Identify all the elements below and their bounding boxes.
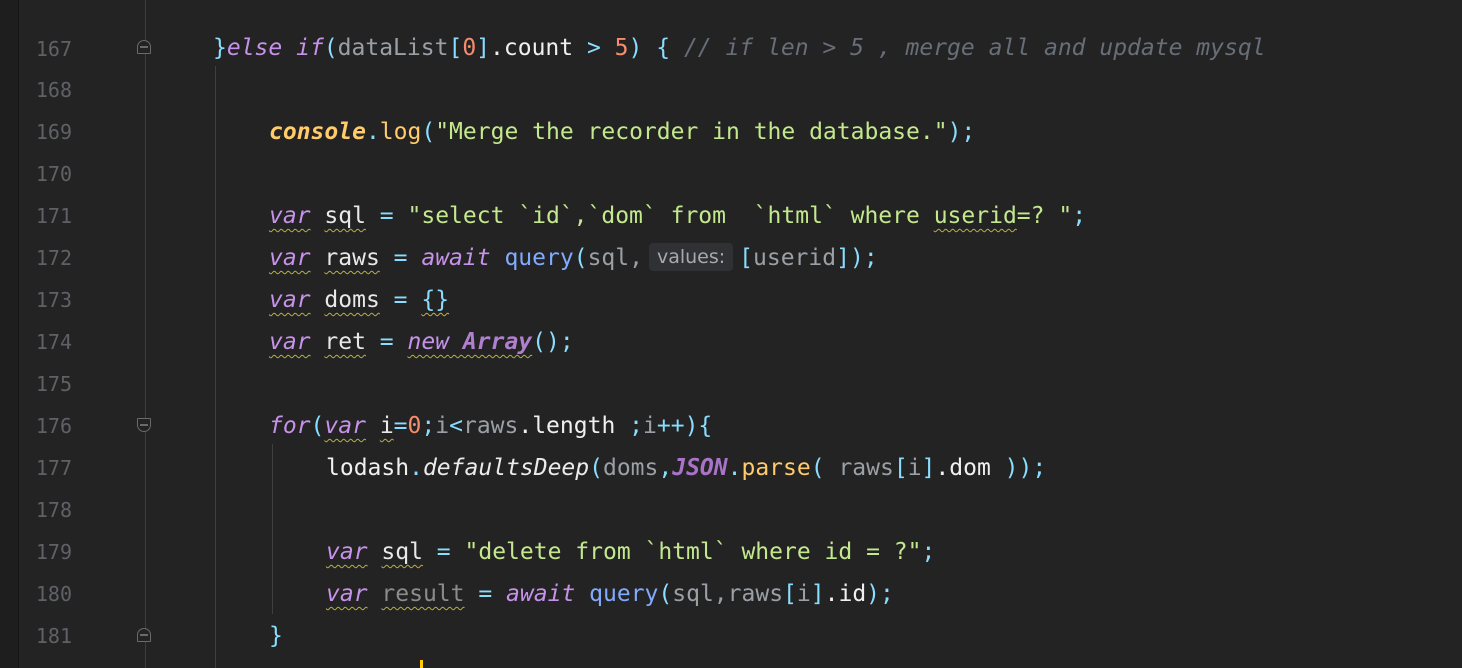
fold-expand-icon[interactable] [137,418,151,432]
code-line: 181 var result = await query(sql,raws[i]… [0,573,1462,648]
code-line: 170 console.log("Merge the recorder in t… [0,111,1462,186]
code-line: 169 [0,69,1462,144]
line-number: 182 [30,657,72,668]
code-text[interactable]: console.log("Merge the recorder in the d… [269,111,975,153]
parameter-inlay-hint: values: [648,243,734,271]
code-text[interactable]: var raws = await query(sql, values: [useri… [269,237,878,279]
code-text[interactable]: var result = await query(sql,raws[i].id)… [326,573,894,615]
code-line: 167 [0,0,1462,61]
code-line: 174 var doms = {} [0,279,1462,354]
fold-collapse-icon[interactable] [137,40,151,54]
text-cursor [420,660,423,668]
code-line: 176 [0,363,1462,438]
code-line: 180 var sql = "delete from `html` where … [0,531,1462,606]
code-text[interactable]: for(var i=0;i<raws.length ;i++){ [269,405,712,447]
code-line: 173 var raws = await query(sql, values: [u… [0,237,1462,312]
code-line: 175 var ret = new Array(); [0,321,1462,396]
code-line: 179 [0,489,1462,564]
code-line: 182 } [0,615,1462,668]
code-text[interactable]: } [269,615,283,657]
code-line: 168 }else if(dataList[0].count > 5) { //… [0,27,1462,102]
code-line: 177 for(var i=0;i<raws.length ;i++){ [0,405,1462,480]
code-editor[interactable]: 167 168 }else if(dataList[0].count > 5) … [0,0,1462,668]
code-line: 171 [0,153,1462,228]
code-text[interactable]: }else if(dataList[0].count > 5) { // if … [213,27,1266,69]
fold-collapse-icon[interactable] [137,628,151,642]
code-line: 178 lodash.defaultsDeep(doms,JSON.parse(… [0,447,1462,522]
code-line: 172 var sql = "select `id`,`dom` from `h… [0,195,1462,270]
code-text[interactable]: lodash.defaultsDeep(doms,JSON.parse( raw… [326,447,1046,489]
code-text[interactable]: var sql = "select `id`,`dom` from `html`… [269,195,1086,237]
code-text[interactable]: var ret = new Array(); [269,321,574,363]
code-text[interactable]: var sql = "delete from `html` where id =… [326,531,935,573]
code-text[interactable]: var doms = {} [269,279,449,321]
